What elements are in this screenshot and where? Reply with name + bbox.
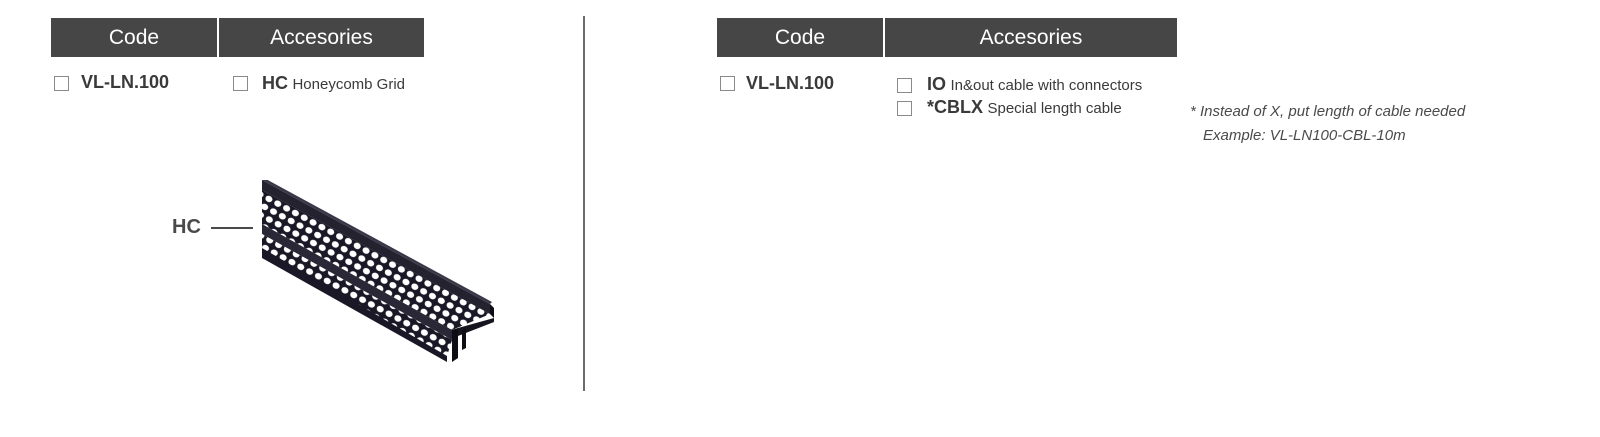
- cable-note-example: Example: VL-LN100-CBL-10m: [1203, 127, 1406, 144]
- io-checkbox[interactable]: [897, 78, 912, 93]
- hc-callout-label: HC: [172, 216, 201, 238]
- right-accessories-header: Accesories: [885, 18, 1177, 57]
- cblx-accessory: *CBLX Special length cable: [927, 97, 1122, 118]
- right-code-value: VL-LN.100: [746, 73, 835, 93]
- left-code-checkbox[interactable]: [54, 76, 69, 91]
- left-accessories-header: Accesories: [219, 18, 424, 57]
- cable-note-line1: * Instead of X, put length of cable need…: [1190, 103, 1466, 120]
- cblx-checkbox[interactable]: [897, 101, 912, 116]
- right-code-header: Code: [717, 18, 883, 57]
- right-code-header-label: Code: [774, 25, 826, 49]
- left-code-header-label: Code: [108, 25, 160, 49]
- io-accessory: IO In&out cable with connectors: [927, 74, 1142, 95]
- cblx-accessory-desc: Special length cable: [987, 100, 1122, 117]
- right-code-checkbox[interactable]: [720, 76, 735, 91]
- hc-accessory-desc: Honeycomb Grid: [292, 76, 405, 93]
- hc-checkbox[interactable]: [233, 76, 248, 91]
- right-accessories-header-label: Accesories: [979, 25, 1083, 49]
- section-divider: [583, 16, 585, 391]
- honeycomb-grid-icon: [262, 178, 502, 375]
- left-code-value: VL-LN.100: [81, 72, 170, 92]
- io-accessory-code: IO: [927, 74, 947, 94]
- left-accessories-header-label: Accesories: [270, 25, 373, 49]
- io-accessory-desc: In&out cable with connectors: [950, 77, 1143, 94]
- left-code-header: Code: [51, 18, 217, 57]
- hc-accessory: HC Honeycomb Grid: [262, 73, 405, 94]
- hc-callout-line: [211, 227, 253, 229]
- cblx-accessory-code: *CBLX: [927, 97, 984, 117]
- hc-accessory-code: HC: [262, 73, 288, 93]
